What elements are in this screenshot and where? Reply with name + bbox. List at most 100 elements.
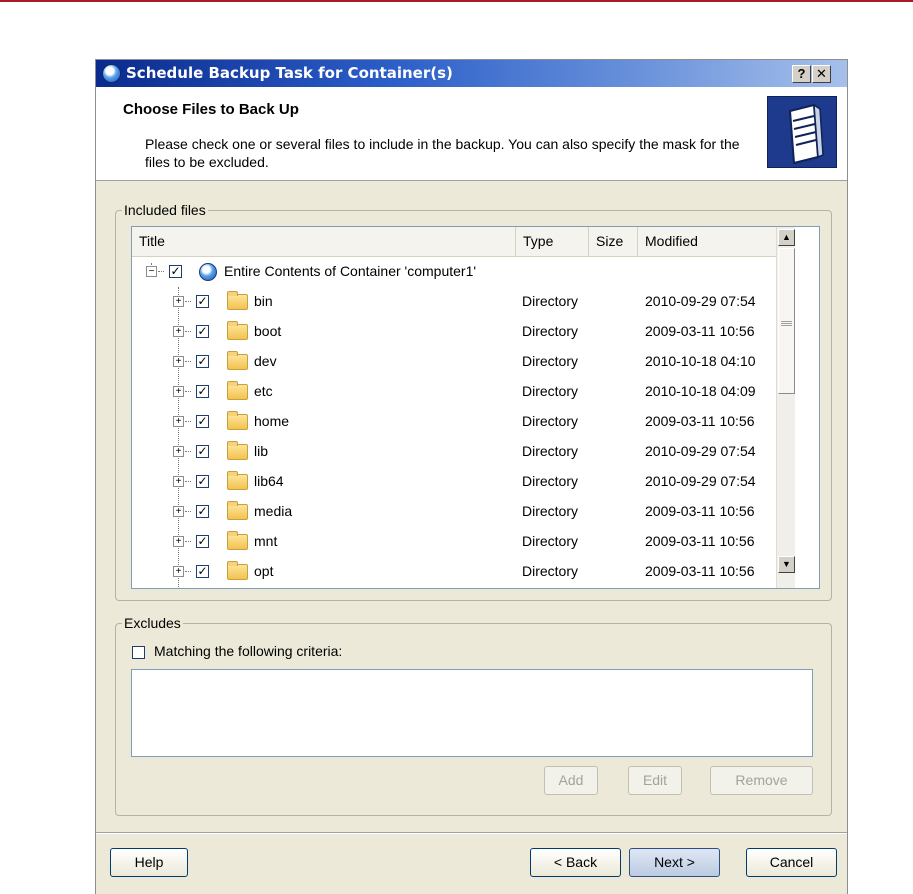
expand-icon[interactable]: + <box>173 416 184 427</box>
tree-row-home[interactable]: + ✓ home Directory 2009-03-11 10:56 <box>132 407 776 437</box>
tree-row-dev[interactable]: + ✓ dev Directory 2010-10-18 04:10 <box>132 347 776 377</box>
collapse-icon[interactable]: − <box>146 266 157 277</box>
row-type: Directory <box>522 443 579 459</box>
add-criteria-button[interactable]: Add <box>544 766 598 795</box>
folder-icon <box>227 561 248 580</box>
scrollbar-thumb[interactable] <box>778 248 795 394</box>
column-size[interactable]: Size <box>589 227 638 256</box>
criteria-list[interactable] <box>131 669 813 757</box>
excludes-group: Excludes Matching the following criteria… <box>115 615 832 816</box>
folder-icon <box>227 441 248 460</box>
remove-criteria-button[interactable]: Remove <box>710 766 813 795</box>
edit-criteria-button[interactable]: Edit <box>628 766 682 795</box>
row-type: Directory <box>522 503 579 519</box>
tree-row-boot[interactable]: + ✓ boot Directory 2009-03-11 10:56 <box>132 317 776 347</box>
tree-row-media[interactable]: + ✓ media Directory 2009-03-11 10:56 <box>132 497 776 527</box>
folder-icon <box>227 381 248 400</box>
row-checkbox[interactable]: ✓ <box>196 475 209 488</box>
row-modified: 2009-03-11 10:56 <box>645 413 755 429</box>
close-icon[interactable]: ✕ <box>812 65 831 83</box>
row-name: boot <box>254 323 282 339</box>
help-button[interactable]: Help <box>110 848 188 877</box>
row-name: etc <box>254 383 273 399</box>
row-modified: 2010-09-29 07:54 <box>645 293 756 309</box>
back-button[interactable]: < Back <box>530 848 621 877</box>
row-name: bin <box>254 293 273 309</box>
row-name: media <box>254 503 293 519</box>
folder-icon <box>227 471 248 490</box>
row-checkbox[interactable]: ✓ <box>196 505 209 518</box>
tree-row-mnt[interactable]: + ✓ mnt Directory 2009-03-11 10:56 <box>132 527 776 557</box>
cancel-button[interactable]: Cancel <box>746 848 837 877</box>
row-modified: 2010-10-18 04:09 <box>645 383 756 399</box>
folder-icon <box>227 411 248 430</box>
root-checkbox[interactable]: ✓ <box>169 265 182 278</box>
expand-icon[interactable]: + <box>173 476 184 487</box>
expand-icon[interactable]: + <box>173 296 184 307</box>
file-tree-list[interactable]: Title Type Size Modified − ✓ Entire Cont… <box>131 226 820 589</box>
tree-row-lib[interactable]: + ✓ lib Directory 2010-09-29 07:54 <box>132 437 776 467</box>
tree-connector <box>185 511 191 512</box>
tree-row-root[interactable]: − ✓ Entire Contents of Container 'comput… <box>132 257 776 287</box>
column-modified[interactable]: Modified <box>638 227 776 256</box>
tree-connector <box>185 361 191 362</box>
page-top-rule <box>0 0 913 2</box>
row-checkbox[interactable]: ✓ <box>196 355 209 368</box>
row-checkbox[interactable]: ✓ <box>196 535 209 548</box>
row-checkbox[interactable]: ✓ <box>196 325 209 338</box>
tree-row-bin[interactable]: + ✓ bin Directory 2010-09-29 07:54 <box>132 287 776 317</box>
criteria-label[interactable]: Matching the following criteria: <box>154 643 342 659</box>
help-icon[interactable]: ? <box>792 65 811 83</box>
excludes-legend: Excludes <box>122 615 183 631</box>
row-checkbox[interactable]: ✓ <box>196 415 209 428</box>
tree-row-opt[interactable]: + ✓ opt Directory 2009-03-11 10:56 <box>132 557 776 587</box>
folder-icon <box>227 351 248 370</box>
schedule-backup-dialog: Schedule Backup Task for Container(s) ? … <box>95 59 848 894</box>
tree-connector <box>185 391 191 392</box>
step-description: Please check one or several files to inc… <box>145 136 740 170</box>
row-name: opt <box>254 563 274 579</box>
row-type: Directory <box>522 473 579 489</box>
row-modified: 2010-10-18 04:10 <box>645 353 756 369</box>
tree-row-lib64[interactable]: + ✓ lib64 Directory 2010-09-29 07:54 <box>132 467 776 497</box>
row-checkbox[interactable]: ✓ <box>196 295 209 308</box>
expand-icon[interactable]: + <box>173 326 184 337</box>
expand-icon[interactable]: + <box>173 536 184 547</box>
row-checkbox[interactable]: ✓ <box>196 385 209 398</box>
scroll-down-arrow-icon[interactable]: ▼ <box>778 556 795 573</box>
row-modified: 2009-03-11 10:56 <box>645 563 755 579</box>
expand-icon[interactable]: + <box>173 446 184 457</box>
folder-icon <box>227 291 248 310</box>
row-name: home <box>254 413 290 429</box>
row-name: lib64 <box>254 473 284 489</box>
expand-icon[interactable]: + <box>173 386 184 397</box>
column-type[interactable]: Type <box>516 227 589 256</box>
row-type: Directory <box>522 563 579 579</box>
wizard-header: Choose Files to Back Up Please check one… <box>96 87 847 181</box>
row-name: dev <box>254 353 277 369</box>
root-label: Entire Contents of Container 'computer1' <box>224 263 477 279</box>
row-modified: 2009-03-11 10:56 <box>645 323 755 339</box>
row-checkbox[interactable]: ✓ <box>196 565 209 578</box>
folder-icon <box>227 531 248 550</box>
row-modified: 2010-09-29 07:54 <box>645 473 756 489</box>
expand-icon[interactable]: + <box>173 356 184 367</box>
included-files-group: Included files Title Type Size Modified … <box>115 202 832 601</box>
row-checkbox[interactable]: ✓ <box>196 445 209 458</box>
next-button[interactable]: Next > <box>629 848 720 877</box>
container-app-icon <box>102 64 121 83</box>
title-bar[interactable]: Schedule Backup Task for Container(s) ? … <box>96 60 847 87</box>
tree-row-etc[interactable]: + ✓ etc Directory 2010-10-18 04:09 <box>132 377 776 407</box>
row-type: Directory <box>522 383 579 399</box>
tree-connector <box>185 421 191 422</box>
included-files-legend: Included files <box>122 202 208 218</box>
expand-icon[interactable]: + <box>173 506 184 517</box>
expand-icon[interactable]: + <box>173 566 184 577</box>
scroll-up-arrow-icon[interactable]: ▲ <box>778 229 795 246</box>
folder-icon <box>227 321 248 340</box>
tree-connector <box>185 331 191 332</box>
criteria-checkbox[interactable] <box>132 646 145 659</box>
column-title[interactable]: Title <box>132 227 516 256</box>
vertical-scrollbar[interactable]: ▲ ▼ <box>776 227 795 588</box>
row-type: Directory <box>522 323 579 339</box>
